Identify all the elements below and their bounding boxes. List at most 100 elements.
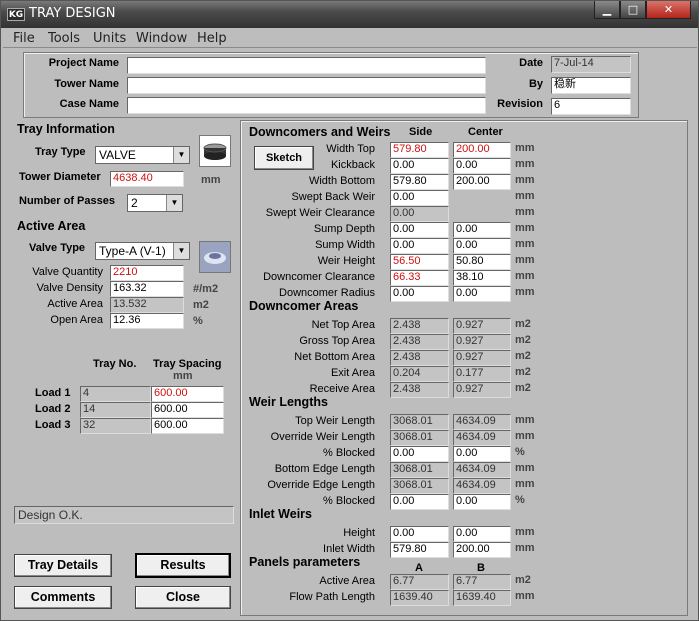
downcomers-weir-height-7-center[interactable]: 50.80 xyxy=(453,254,511,270)
downcomers-sump-width-6-label: Sump Width xyxy=(315,239,375,251)
revision-input[interactable]: 6 xyxy=(551,98,631,115)
by-input[interactable]: 稳新 xyxy=(551,77,631,94)
inlet-weirs-inlet-width-1-center[interactable]: 200.00 xyxy=(453,542,511,558)
downcomers-width-bottom-2-side[interactable]: 579.80 xyxy=(390,174,449,190)
weir-lengths-heading: Weir Lengths xyxy=(249,395,328,409)
downcomers-downcomer-clearance-8-center[interactable]: 38.10 xyxy=(453,270,511,286)
center-header: Center xyxy=(468,126,503,138)
downcomers-sump-depth-5-center[interactable]: 0.00 xyxy=(453,222,511,238)
project-name-input[interactable] xyxy=(127,57,486,74)
weir-lengths-override-edge-length-4-label: Override Edge Length xyxy=(267,479,375,491)
dc-areas-net-bottom-area-2-unit: m2 xyxy=(515,350,531,362)
title-bar[interactable]: KG TRAY DESIGN ▁ □ ✕ xyxy=(1,1,698,28)
menu-units[interactable]: Units xyxy=(93,31,126,46)
inlet-weirs-height-0-center[interactable]: 0.00 xyxy=(453,526,511,542)
downcomers-sump-width-6-center[interactable]: 0.00 xyxy=(453,238,511,254)
downcomers-swept-back-weir-3-side[interactable]: 0.00 xyxy=(390,190,449,206)
load-2-spacing-input[interactable]: 600.00 xyxy=(151,402,224,418)
tray-details-button[interactable]: Tray Details xyxy=(14,554,112,577)
window-title: TRAY DESIGN xyxy=(29,6,116,21)
weir-lengths-blocked-2-side[interactable]: 0.00 xyxy=(390,446,449,462)
downcomers-width-bottom-2-label: Width Bottom xyxy=(308,175,375,187)
app-logo-icon: KG xyxy=(7,8,25,21)
downcomers-sump-width-6-unit: mm xyxy=(515,238,535,250)
menu-file[interactable]: File xyxy=(13,31,35,46)
tower-diameter-input[interactable]: 4638.40 xyxy=(110,171,184,187)
downcomers-downcomer-radius-9-side[interactable]: 0.00 xyxy=(390,286,449,302)
active-area-field: 13.532 xyxy=(110,297,184,313)
minimize-button[interactable]: ▁ xyxy=(594,1,620,19)
load-3-spacing-input[interactable]: 600.00 xyxy=(151,418,224,434)
active-area-heading: Active Area xyxy=(17,219,86,233)
menu-tools[interactable]: Tools xyxy=(48,31,80,46)
downcomers-width-bottom-2-unit: mm xyxy=(515,174,535,186)
panels-active-area-0-b: 6.77 xyxy=(453,574,511,590)
weir-lengths-blocked-2-label: % Blocked xyxy=(323,447,375,459)
weir-lengths-bottom-edge-length-3-center: 4634.09 xyxy=(453,462,511,478)
close-window-button[interactable]: ✕ xyxy=(646,1,691,19)
valve-density-input[interactable]: 163.32 xyxy=(110,281,184,297)
weir-lengths-override-edge-length-4-side: 3068.01 xyxy=(390,478,449,494)
weir-lengths-override-weir-length-1-unit: mm xyxy=(515,430,535,442)
inlet-weirs-heading: Inlet Weirs xyxy=(249,507,312,521)
downcomers-kickback-1-center[interactable]: 0.00 xyxy=(453,158,511,174)
comments-button[interactable]: Comments xyxy=(14,586,112,609)
open-area-label: Open Area xyxy=(50,314,103,326)
downcomers-sump-width-6-side[interactable]: 0.00 xyxy=(390,238,449,254)
downcomers-downcomer-radius-9-center[interactable]: 0.00 xyxy=(453,286,511,302)
downcomers-sump-depth-5-label: Sump Depth xyxy=(313,223,375,235)
downcomers-width-top-0-center[interactable]: 200.00 xyxy=(453,142,511,158)
weir-lengths-blocked-2-center[interactable]: 0.00 xyxy=(453,446,511,462)
tray-type-select[interactable]: VALVE ▼ xyxy=(95,146,190,164)
by-label: By xyxy=(528,78,543,90)
load-1-spacing-input[interactable]: 600.00 xyxy=(151,386,224,402)
passes-label: Number of Passes xyxy=(19,195,115,207)
close-button[interactable]: Close xyxy=(135,586,231,609)
menu-window[interactable]: Window xyxy=(136,31,187,46)
inlet-weirs-height-0-side[interactable]: 0.00 xyxy=(390,526,449,542)
results-button[interactable]: Results xyxy=(135,553,231,578)
downcomers-weir-height-7-unit: mm xyxy=(515,254,535,266)
open-area-input[interactable]: 12.36 xyxy=(110,313,184,329)
downcomers-width-bottom-2-center[interactable]: 200.00 xyxy=(453,174,511,190)
downcomers-weir-height-7-side[interactable]: 56.50 xyxy=(390,254,449,270)
dc-areas-receive-area-4-label: Receive Area xyxy=(309,383,375,395)
case-name-label: Case Name xyxy=(59,98,119,110)
tower-diameter-unit: mm xyxy=(201,174,221,186)
passes-select[interactable]: 2 ▼ xyxy=(127,194,183,212)
valve-density-unit: #/m2 xyxy=(193,283,219,295)
tower-name-input[interactable] xyxy=(127,77,486,94)
valve-type-value: Type-A (V-1) xyxy=(99,244,166,258)
inlet-weirs-inlet-width-1-side[interactable]: 579.80 xyxy=(390,542,449,558)
load-1-tray-no: 4 xyxy=(80,386,151,402)
valve-type-label: Valve Type xyxy=(29,242,86,254)
load-2-tray-no: 14 xyxy=(80,402,151,418)
chevron-down-icon: ▼ xyxy=(173,147,189,163)
dc-areas-gross-top-area-1-label: Gross Top Area xyxy=(299,335,375,347)
valve-quantity-input[interactable]: 2210 xyxy=(110,265,184,281)
menu-help[interactable]: Help xyxy=(197,31,227,46)
downcomers-swept-weir-clearance-4-unit: mm xyxy=(515,206,535,218)
downcomer-areas-heading: Downcomer Areas xyxy=(249,299,359,313)
weir-lengths-override-weir-length-1-label: Override Weir Length xyxy=(270,431,375,443)
panel-b-header: B xyxy=(477,562,485,574)
menu-bar: File Tools Units Window Help xyxy=(3,29,697,48)
weir-lengths-blocked-5-center[interactable]: 0.00 xyxy=(453,494,511,510)
valve-type-select[interactable]: Type-A (V-1) ▼ xyxy=(95,242,190,260)
maximize-button[interactable]: □ xyxy=(620,1,646,19)
weir-lengths-blocked-5-label: % Blocked xyxy=(323,495,375,507)
downcomers-width-top-0-side[interactable]: 579.80 xyxy=(390,142,449,158)
weir-lengths-blocked-5-side[interactable]: 0.00 xyxy=(390,494,449,510)
weir-lengths-override-edge-length-4-unit: mm xyxy=(515,478,535,490)
downcomers-sump-depth-5-side[interactable]: 0.00 xyxy=(390,222,449,238)
dc-areas-net-top-area-0-label: Net Top Area xyxy=(311,319,375,331)
passes-value: 2 xyxy=(131,196,138,210)
dc-areas-gross-top-area-1-unit: m2 xyxy=(515,334,531,346)
downcomers-downcomer-clearance-8-side[interactable]: 66.33 xyxy=(390,270,449,286)
downcomers-kickback-1-side[interactable]: 0.00 xyxy=(390,158,449,174)
tray-design-window: KG TRAY DESIGN ▁ □ ✕ File Tools Units Wi… xyxy=(0,0,699,621)
tray-type-value: VALVE xyxy=(99,148,136,162)
panels-flow-path-length-1-label: Flow Path Length xyxy=(289,591,375,603)
case-name-input[interactable] xyxy=(127,97,486,114)
downcomers-swept-weir-clearance-4-label: Swept Weir Clearance xyxy=(265,207,375,219)
